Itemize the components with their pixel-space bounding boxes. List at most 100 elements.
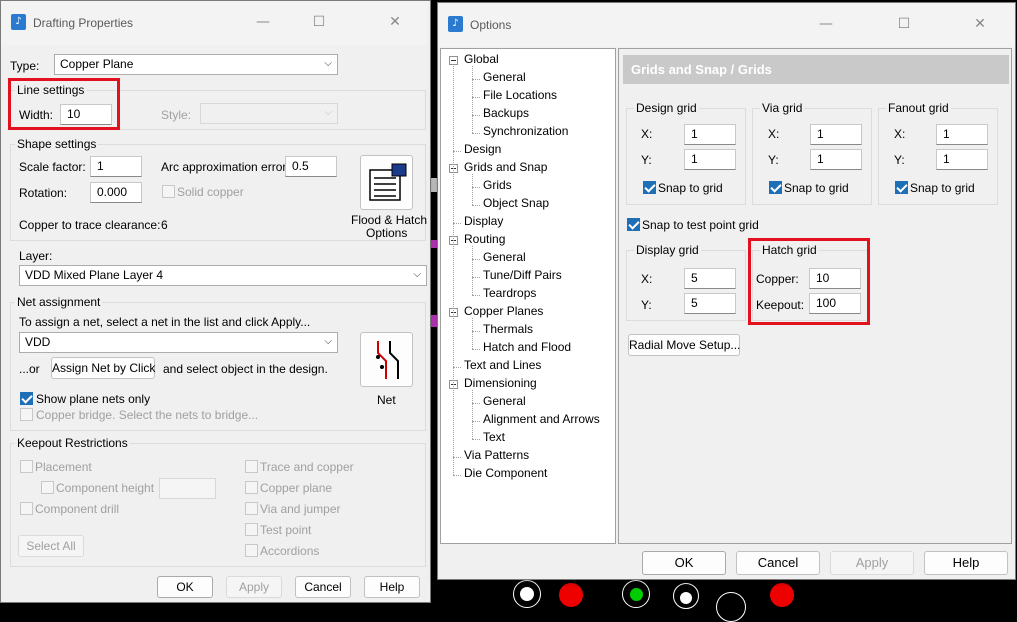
clearance-value: 6 (161, 218, 168, 232)
via-grid-snap-checkbox[interactable] (769, 181, 782, 194)
tree-connector (472, 66, 473, 133)
show-plane-nets-checkbox[interactable] (20, 392, 33, 405)
tree-item[interactable]: Grids and Snap (464, 160, 547, 174)
options-content-panel: Grids and Snap / Grids Design grid X: 1 … (618, 48, 1012, 544)
tree-item[interactable]: General (483, 394, 526, 408)
shape-settings-title: Shape settings (15, 137, 99, 151)
tree-connector (472, 318, 473, 349)
maximize-button[interactable]: ☐ (309, 12, 329, 32)
arc-error-input[interactable]: 0.5 (285, 156, 337, 177)
tree-item[interactable]: Synchronization (483, 124, 568, 138)
component-height-checkbox[interactable] (41, 481, 54, 494)
tree-item[interactable]: File Locations (483, 88, 557, 102)
ok-button[interactable]: OK (157, 576, 213, 598)
window-title: Options (470, 18, 512, 32)
tree-item[interactable]: Via Patterns (464, 448, 529, 462)
tree-item[interactable]: Backups (483, 106, 529, 120)
maximize-button[interactable]: ☐ (894, 14, 914, 34)
help-button[interactable]: Help (364, 576, 420, 598)
tree-item[interactable]: General (483, 250, 526, 264)
display-grid-y-input[interactable]: 5 (684, 293, 736, 314)
tree-item[interactable]: General (483, 70, 526, 84)
type-select[interactable]: Copper Plane ⌵ (54, 54, 338, 75)
via-jumper-checkbox[interactable] (245, 502, 258, 515)
style-select[interactable]: ⌵ (200, 103, 338, 124)
placement-checkbox[interactable] (20, 460, 33, 473)
section-title: Grids and Snap / Grids (623, 55, 1009, 84)
tree-connector (472, 421, 480, 422)
apply-button[interactable]: Apply (226, 576, 282, 598)
apply-button[interactable]: Apply (830, 551, 914, 575)
collapse-icon[interactable] (449, 56, 458, 65)
design-grid-snap-checkbox[interactable] (643, 181, 656, 194)
display-grid-x-input[interactable]: 5 (684, 268, 736, 289)
tree-item[interactable]: Copper Planes (464, 304, 543, 318)
close-button[interactable]: ✕ (970, 14, 990, 34)
design-grid-x-input[interactable]: 1 (684, 124, 736, 145)
tree-item[interactable]: Hatch and Flood (483, 340, 571, 354)
chevron-down-icon: ⌵ (324, 58, 332, 69)
window-title: Drafting Properties (33, 16, 134, 30)
design-grid-y-input[interactable]: 1 (684, 149, 736, 170)
rotation-input[interactable]: 0.000 (90, 182, 142, 203)
scale-factor-input[interactable]: 1 (90, 156, 142, 177)
accordions-checkbox[interactable] (245, 544, 258, 557)
via-grid-x-input[interactable]: 1 (810, 124, 862, 145)
show-plane-nets-label: Show plane nets only (36, 392, 151, 406)
tree-item[interactable]: Text (483, 430, 505, 444)
tree-item[interactable]: Object Snap (483, 196, 549, 210)
tree-connector (472, 295, 480, 296)
net-instruction: To assign a net, select a net in the lis… (19, 315, 311, 329)
copper-plane-checkbox[interactable] (245, 481, 258, 494)
via-grid-y-input[interactable]: 1 (810, 149, 862, 170)
tree-item[interactable]: Die Component (464, 466, 547, 480)
chevron-down-icon: ⌵ (413, 269, 421, 280)
help-button[interactable]: Help (924, 551, 1008, 575)
solid-copper-checkbox[interactable] (162, 185, 175, 198)
component-drill-label: Component drill (35, 502, 120, 516)
net-button[interactable] (360, 332, 413, 387)
tree-item[interactable]: Dimensioning (464, 376, 537, 390)
cancel-button[interactable]: Cancel (736, 551, 820, 575)
fanout-grid-y-input[interactable]: 1 (936, 149, 988, 170)
drafting-properties-window: ♪ Drafting Properties — ☐ ✕ Type: Copper… (0, 0, 431, 603)
test-point-checkbox[interactable] (245, 523, 258, 536)
pcb-pad (559, 583, 583, 607)
app-icon: ♪ (11, 14, 26, 30)
tree-item[interactable]: Grids (483, 178, 512, 192)
snap-test-point-checkbox[interactable] (627, 218, 640, 231)
design-grid-y-label: Y: (641, 153, 652, 167)
tree-connector (472, 79, 480, 80)
layer-select[interactable]: VDD Mixed Plane Layer 4 ⌵ (19, 265, 427, 286)
tree-item[interactable]: Global (464, 52, 499, 66)
tree-connector (472, 174, 473, 205)
minimize-button[interactable]: — (253, 12, 273, 32)
close-button[interactable]: ✕ (385, 12, 405, 32)
tree-item[interactable]: Teardrops (483, 286, 536, 300)
tree-item[interactable]: Design (464, 142, 501, 156)
ok-button[interactable]: OK (642, 551, 726, 575)
tree-connector (472, 246, 473, 295)
tree-item[interactable]: Thermals (483, 322, 533, 336)
copper-plane-label: Copper plane (260, 481, 333, 495)
tree-connector (472, 187, 480, 188)
tree-item[interactable]: Text and Lines (464, 358, 541, 372)
copper-bridge-checkbox[interactable] (20, 408, 33, 421)
type-select-value: Copper Plane (60, 57, 134, 71)
assign-net-button[interactable]: Assign Net by Click (51, 357, 155, 379)
minimize-button[interactable]: — (816, 14, 836, 34)
radial-move-setup-button[interactable]: Radial Move Setup... (628, 334, 740, 356)
trace-copper-checkbox[interactable] (245, 460, 258, 473)
flood-hatch-button[interactable] (360, 155, 413, 210)
net-select[interactable]: VDD ⌵ (19, 332, 338, 353)
component-drill-checkbox[interactable] (20, 502, 33, 515)
select-all-button[interactable]: Select All (18, 535, 84, 557)
fanout-grid-snap-checkbox[interactable] (895, 181, 908, 194)
tree-item[interactable]: Tune/Diff Pairs (483, 268, 562, 282)
fanout-grid-x-input[interactable]: 1 (936, 124, 988, 145)
tree-item[interactable]: Alignment and Arrows (483, 412, 600, 426)
component-height-input[interactable] (159, 478, 216, 499)
tree-item[interactable]: Routing (464, 232, 505, 246)
cancel-button[interactable]: Cancel (295, 576, 351, 598)
tree-item[interactable]: Display (464, 214, 503, 228)
